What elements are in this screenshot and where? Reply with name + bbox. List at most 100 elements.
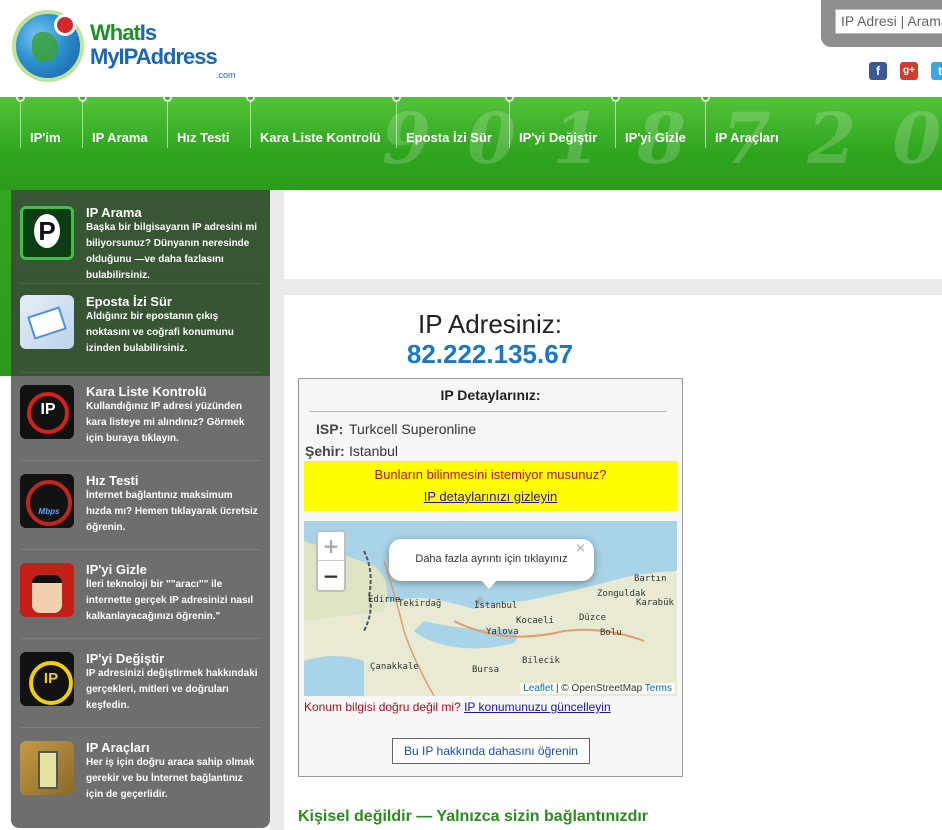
location-question: Konum bilgisi doğru değil mi? xyxy=(304,700,461,714)
map-city-label: Kocaeli xyxy=(516,616,554,626)
nav-label: Eposta İzi Sür xyxy=(406,130,492,145)
sidebar-item-title: IP Araçları xyxy=(86,740,150,755)
google-plus-icon[interactable]: g+ xyxy=(900,62,918,80)
update-location-link[interactable]: IP konumunuzu güncelleyin xyxy=(464,700,611,714)
sidebar-item-title: Kara Liste Kontrolü xyxy=(86,384,207,399)
ip-address-value: 82.222.135.67 xyxy=(406,339,574,369)
map-city-label: Karabük xyxy=(636,598,674,608)
zoom-in-button[interactable]: + xyxy=(318,532,344,561)
hide-details-question: Bunların bilinmesini istemiyor musunuz? xyxy=(374,467,607,482)
sidebar-item-title: IP'yi Gizle xyxy=(86,562,147,577)
page: WhatIs MyIPAddress .com IP Adresi | Aram… xyxy=(0,0,942,830)
details-divider xyxy=(309,411,667,412)
zoom-out-button[interactable]: − xyxy=(318,562,344,591)
sidebar-item-title: Eposta İzi Sür xyxy=(86,294,172,309)
main-nav: 9 0 1 8 7 2 0 5 IP'im IP Arama Hız Testi… xyxy=(0,97,942,190)
ip-details-box: IP Detaylarınız: ISP: Turkcell Superonli… xyxy=(298,378,683,777)
leaflet-link[interactable]: Leaflet xyxy=(523,683,553,694)
sidebar-item-eposta[interactable]: Eposta İzi Sür Aldığınız bir epostanın ç… xyxy=(11,287,270,376)
map-popup-tip xyxy=(480,579,498,589)
nav-divider xyxy=(250,102,251,148)
learn-more-button[interactable]: Bu IP hakkında dahasını öğrenin xyxy=(392,738,590,764)
blacklist-icon xyxy=(20,385,74,439)
map-popup-text: Daha fazla ayrıntı için tıklayınız xyxy=(415,553,568,565)
nav-divider xyxy=(509,102,510,148)
osm-attribution: | © OpenStreetMap xyxy=(556,683,643,694)
nav-label: IP'im xyxy=(30,130,61,145)
map-city-label: Çanakkale xyxy=(370,662,419,672)
map-city-label: Edirne xyxy=(368,595,401,605)
sidebar-item-ip-arama[interactable]: IP Arama Başka bir bilgisayarın IP adres… xyxy=(11,198,270,287)
facebook-icon[interactable]: f xyxy=(869,62,887,80)
ip-change-icon xyxy=(20,652,74,706)
map-city-label: Yalova xyxy=(486,627,519,637)
sidebar-item-title: IP'yi Değiştir xyxy=(86,651,165,666)
map-pin-icon xyxy=(54,14,76,36)
nav-divider xyxy=(615,102,616,148)
tools-icon xyxy=(20,741,74,795)
location-map[interactable]: Bartın Zonguldak Karabük Edirne Tekirdağ… xyxy=(304,521,677,696)
ip-heading: IP Adresiniz: xyxy=(417,309,563,339)
footer-note: Kişisel değildir — Yalnızca sizin bağlan… xyxy=(298,808,649,825)
sidebar-item-kara-liste[interactable]: Kara Liste Kontrolü Kullandığınız IP adr… xyxy=(11,376,270,465)
nav-label: IP'yi Değiştir xyxy=(519,130,598,145)
email-trace-icon xyxy=(20,295,74,349)
search-input[interactable]: IP Adresi | Arama xyxy=(835,9,942,34)
sidebar-item-desc: IP adresinizi değiştirmek hakkındaki ger… xyxy=(86,668,258,711)
speedometer-icon xyxy=(20,474,74,528)
isp-label: ISP: xyxy=(316,421,344,437)
map-city-label: Bolu xyxy=(600,628,622,638)
nav-divider xyxy=(396,102,397,148)
nav-divider xyxy=(167,102,168,148)
sidebar-item-desc: İnternet bağlantınız maksimum hızda mı? … xyxy=(86,490,258,533)
sidebar-divider xyxy=(21,638,261,639)
incognito-icon xyxy=(20,563,74,617)
close-icon[interactable]: × xyxy=(575,541,586,556)
map-city-label: Bartın xyxy=(634,574,667,584)
sidebar-item-desc: Başka bir bilgisayarın IP adresini mi bi… xyxy=(86,222,258,281)
map-city-label: Düzce xyxy=(579,613,607,623)
sidebar-item-title: IP Arama xyxy=(86,205,142,220)
nav-label: Hız Testi xyxy=(177,130,230,145)
sidebar-divider xyxy=(21,283,261,284)
hide-details-banner: Bunların bilinmesini istemiyor musunuz? … xyxy=(304,461,677,511)
sidebar-item-hiz-testi[interactable]: Hız Testi İnternet bağlantınız maksimum … xyxy=(11,465,270,554)
logo-text-line2: MyIPAddress xyxy=(90,44,218,69)
terms-link[interactable]: Terms xyxy=(645,683,672,694)
map-city-label: İstanbul xyxy=(474,601,518,611)
site-header: WhatIs MyIPAddress .com IP Adresi | Aram… xyxy=(0,0,942,97)
magnifier-ip-icon xyxy=(20,206,74,260)
nav-divider xyxy=(82,102,83,148)
map-popup[interactable]: Daha fazla ayrıntı için tıklayınız × xyxy=(389,539,594,581)
sidebar-divider xyxy=(21,549,261,550)
map-city-label: Tekirdağ xyxy=(398,599,442,609)
logo-text-line1: WhatIs xyxy=(90,20,157,45)
twitter-icon[interactable]: t xyxy=(931,62,942,80)
sidebar-divider xyxy=(21,372,261,373)
map-zoom-control: + − xyxy=(316,530,346,592)
map-attribution: Leaflet | © OpenStreetMap Terms xyxy=(520,683,675,694)
logo-tld: .com xyxy=(216,70,236,80)
sidebar-item-desc: Aldığınız bir epostanın çıkış noktasını … xyxy=(86,311,234,354)
isp-value: Turkcell Superonline xyxy=(349,421,477,437)
map-city-label: Bilecik xyxy=(522,656,560,666)
sidebar-item-desc: İleri teknoloji bir ""aracı"" ile intern… xyxy=(86,579,254,622)
sidebar: IP Arama Başka bir bilgisayarın IP adres… xyxy=(11,190,270,828)
site-logo[interactable]: WhatIs MyIPAddress .com xyxy=(12,10,236,84)
nav-label: IP Arama xyxy=(92,130,148,145)
sidebar-item-ip-araclari[interactable]: IP Araçları Her iş için doğru araca sahi… xyxy=(11,732,270,821)
sidebar-item-ip-gizle[interactable]: IP'yi Gizle İleri teknoloji bir ""aracı"… xyxy=(11,554,270,643)
sidebar-divider xyxy=(21,727,261,728)
nav-label: IP'yi Gizle xyxy=(625,130,686,145)
nav-divider xyxy=(705,102,706,148)
sidebar-item-title: Hız Testi xyxy=(86,473,139,488)
map-city-label: Bursa xyxy=(472,665,500,675)
location-correction-row: Konum bilgisi doğru değil mi? IP konumun… xyxy=(304,700,611,714)
sidebar-item-ip-degistir[interactable]: IP'yi Değiştir IP adresinizi değiştirmek… xyxy=(11,643,270,732)
city-label: Şehir: xyxy=(305,443,345,459)
sidebar-item-desc: Her iş için doğru araca sahip olmak gere… xyxy=(86,757,255,800)
sidebar-divider xyxy=(21,460,261,461)
hide-details-link[interactable]: IP detaylarınızı gizleyin xyxy=(304,489,677,504)
city-value: Istanbul xyxy=(349,443,399,459)
details-title: IP Detaylarınız: xyxy=(440,387,541,403)
